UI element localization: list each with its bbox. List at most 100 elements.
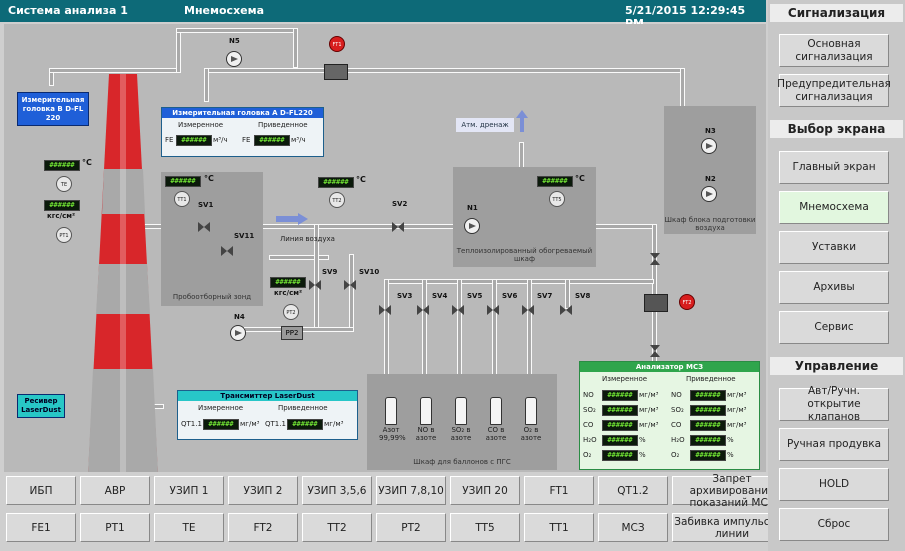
qt11-measured-display: ###### bbox=[203, 419, 239, 430]
valve-sv9-label: SV9 bbox=[322, 268, 338, 276]
screen-select-title: Выбор экрана bbox=[770, 120, 903, 138]
pump-n2-icon[interactable] bbox=[701, 186, 717, 202]
measuring-head-a-panel: Измерительная головка A D-FL220 Измеренн… bbox=[161, 107, 324, 157]
valve-sv10-icon[interactable] bbox=[344, 280, 356, 290]
right-panel: Сигнализация Основная сигнализация Преду… bbox=[768, 0, 905, 551]
drain-arrow-icon bbox=[516, 110, 528, 132]
pt1-gauge-icon[interactable]: PT1 bbox=[56, 227, 72, 243]
bottom-button-row1-2[interactable]: АВР bbox=[80, 476, 150, 505]
pipe bbox=[349, 254, 354, 332]
bottom-button-row2-9[interactable]: МСЗ bbox=[598, 513, 668, 542]
bottom-button-row2-5[interactable]: TT2 bbox=[302, 513, 372, 542]
bottom-button-row2-3[interactable]: TE bbox=[154, 513, 224, 542]
alarm-ft1-icon[interactable]: FT1 bbox=[329, 36, 345, 52]
te-gauge-icon[interactable]: TE bbox=[56, 176, 72, 192]
bottom-button-row2-1[interactable]: FE1 bbox=[6, 513, 76, 542]
drain-label: Атм. дренаж bbox=[456, 118, 514, 132]
pump-n4-icon[interactable] bbox=[230, 325, 246, 341]
fe-label: FE bbox=[165, 136, 174, 144]
tt5-gauge-icon[interactable]: TT5 bbox=[549, 191, 565, 207]
analyzer-msz-panel: Анализатор МСЗ Измеренное Приведенное NO… bbox=[579, 361, 760, 470]
analyzer-rows: NO ###### мг/м³ NO ###### мг/м³ SO₂ ###### мг/м³… bbox=[580, 388, 759, 468]
valve-sv5-icon[interactable] bbox=[452, 305, 464, 315]
valve-sv1-icon[interactable] bbox=[198, 222, 210, 232]
screen-button-1[interactable]: Главный экран bbox=[779, 151, 889, 184]
valve-right-upper-icon[interactable] bbox=[650, 253, 660, 265]
pump-n3-icon[interactable] bbox=[701, 138, 717, 154]
valve-sv2-icon[interactable] bbox=[392, 222, 404, 232]
pipe bbox=[49, 72, 54, 86]
bottom-button-row2-8[interactable]: TT1 bbox=[524, 513, 594, 542]
header-measured: Измеренное bbox=[198, 404, 244, 412]
analyzer-reduced-display-5: ###### bbox=[690, 450, 726, 461]
bottom-button-row1-3[interactable]: УЗИП 1 bbox=[154, 476, 224, 505]
bottom-button-row1-8[interactable]: FT1 bbox=[524, 476, 594, 505]
screen-button-5[interactable]: Сервис bbox=[779, 311, 889, 344]
signaling-title: Сигнализация bbox=[770, 4, 903, 22]
alarm-ft2-icon[interactable]: FT2 bbox=[679, 294, 695, 310]
control-button-3[interactable]: HOLD bbox=[779, 468, 889, 501]
pipe bbox=[204, 68, 209, 102]
laserdust-receiver[interactable]: Ресивер LaserDust bbox=[17, 394, 65, 418]
cylinder-5-icon bbox=[525, 397, 537, 425]
main-alarm-button[interactable]: Основная сигнализация bbox=[779, 34, 889, 67]
control-button-1[interactable]: Авт/Ручн. открытие клапанов bbox=[779, 385, 889, 423]
valve-sv6-icon[interactable] bbox=[487, 305, 499, 315]
cylinder-5-label: O₂ в азоте bbox=[520, 426, 542, 442]
bottom-button-row2-4[interactable]: FT2 bbox=[228, 513, 298, 542]
analyzer-gas-label-4: H₂O bbox=[583, 436, 597, 444]
screen-button-2[interactable]: Мнемосхема bbox=[779, 191, 889, 224]
analyzer-gas-label-r-5: O₂ bbox=[671, 451, 680, 459]
pipe bbox=[176, 28, 296, 33]
fe-unit: м³/ч bbox=[213, 136, 228, 144]
pipe bbox=[384, 279, 389, 389]
valve-sv3-icon[interactable] bbox=[379, 305, 391, 315]
pt2-gauge-icon[interactable]: PT2 bbox=[283, 304, 299, 320]
tt2-gauge-icon[interactable]: TT2 bbox=[329, 192, 345, 208]
pt2-unit: кгс/см² bbox=[274, 289, 303, 297]
cylinder-4-label: CO в азоте bbox=[485, 426, 507, 442]
pt2-display: ###### bbox=[270, 277, 306, 288]
bottom-button-row1-1[interactable]: ИБП bbox=[6, 476, 76, 505]
tt5-display: ###### bbox=[537, 176, 573, 187]
screen-button-3[interactable]: Уставки bbox=[779, 231, 889, 264]
control-title: Управление bbox=[770, 357, 903, 375]
pt1-unit: кгс/см² bbox=[47, 212, 76, 220]
screen-button-4[interactable]: Архивы bbox=[779, 271, 889, 304]
screen-title: Мнемосхема bbox=[184, 4, 265, 17]
bottom-button-row2-2[interactable]: PT1 bbox=[80, 513, 150, 542]
bottom-button-row1-7[interactable]: УЗИП 20 bbox=[450, 476, 520, 505]
control-button-4[interactable]: Сброс bbox=[779, 508, 889, 541]
bottom-button-row1-4[interactable]: УЗИП 2 bbox=[228, 476, 298, 505]
fe-unit-2: м³/ч bbox=[291, 136, 306, 144]
control-button-2[interactable]: Ручная продувка bbox=[779, 428, 889, 461]
measuring-head-b[interactable]: Измерительная головка B D-FL 220 bbox=[17, 92, 89, 126]
valve-sv6-label: SV6 bbox=[502, 292, 518, 300]
pump-n1-icon[interactable] bbox=[464, 218, 480, 234]
valve-sv7-icon[interactable] bbox=[522, 305, 534, 315]
valve-sv9-icon[interactable] bbox=[309, 280, 321, 290]
pump-n5-icon[interactable] bbox=[226, 51, 242, 67]
fe-label-2: FE bbox=[242, 136, 251, 144]
pp2-block[interactable]: PP2 bbox=[281, 326, 303, 340]
panel-title: Измерительная головка A D-FL220 bbox=[162, 108, 323, 118]
qt11-unit-2: мг/м³ bbox=[324, 420, 344, 428]
warning-alarm-button[interactable]: Предупредительная сигнализация bbox=[777, 74, 891, 107]
bottom-button-row2-7[interactable]: TT5 bbox=[450, 513, 520, 542]
bottom-button-row2-6[interactable]: PT2 bbox=[376, 513, 446, 542]
analyzer-gas-label-2: SO₂ bbox=[583, 406, 596, 414]
cylinder-3-label: SO₂ в азоте bbox=[450, 426, 472, 442]
analyzer-unit-r-5: % bbox=[727, 451, 734, 459]
bottom-button-row1-5[interactable]: УЗИП 3,5,6 bbox=[302, 476, 372, 505]
analyzer-gas-label-r-4: H₂O bbox=[671, 436, 685, 444]
tt1-gauge-icon[interactable]: TT1 bbox=[174, 191, 190, 207]
bottom-button-row1-9[interactable]: QT1.2 bbox=[598, 476, 668, 505]
valve-sv10-label: SV10 bbox=[359, 268, 380, 276]
valve-sv4-icon[interactable] bbox=[417, 305, 429, 315]
bottom-button-row1-6[interactable]: УЗИП 7,8,10 bbox=[376, 476, 446, 505]
valve-sv8-icon[interactable] bbox=[560, 305, 572, 315]
flowmeter-2-icon bbox=[644, 294, 668, 312]
valve-right-lower-icon[interactable] bbox=[650, 345, 660, 357]
valve-sv11-icon[interactable] bbox=[221, 246, 233, 256]
pipe bbox=[293, 28, 298, 68]
